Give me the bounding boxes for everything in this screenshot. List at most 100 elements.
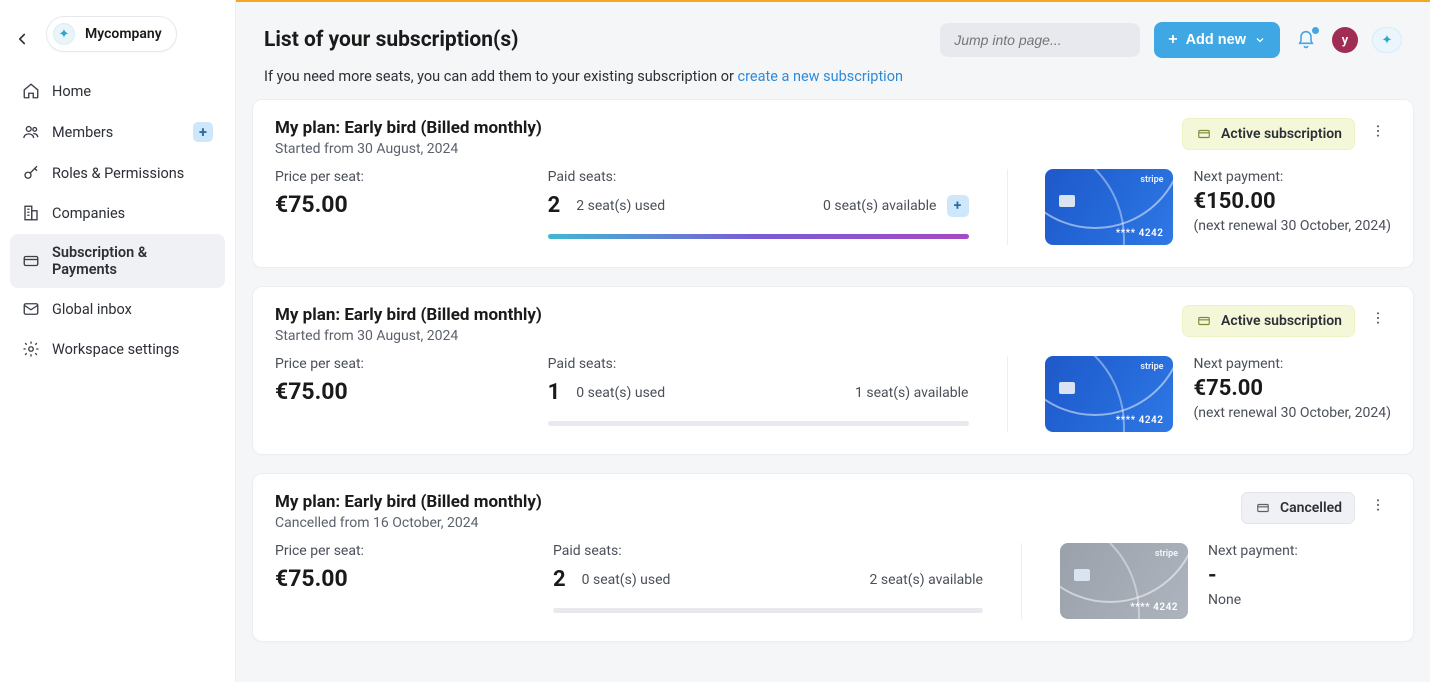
seats-notice: If you need more seats, you can add them… [236,58,1430,99]
subscription-card: My plan: Early bird (Billed monthly) Sta… [252,99,1414,268]
seats-used: 2 seat(s) used [576,198,665,214]
more-menu-button[interactable] [1365,492,1391,518]
workspace-name: Mycompany [85,26,162,42]
price-value: €75.00 [275,191,520,218]
card-last4: **** 4242 [1116,415,1164,426]
plan-date: Cancelled from 16 October, 2024 [275,515,1241,531]
plan-date: Started from 30 August, 2024 [275,141,1182,157]
add-member-icon[interactable]: + [193,122,213,142]
create-subscription-link[interactable]: create a new subscription [738,68,903,85]
workspace-logo-icon: ✦ [53,23,75,45]
seats-available: 0 seat(s) available [823,198,936,214]
card-last4: **** 4242 [1130,602,1178,613]
add-seat-button[interactable]: + [947,195,969,217]
plan-name: My plan: Early bird (Billed monthly) [275,492,1241,512]
card-brand: stripe [1140,362,1163,372]
credit-card-icon [1195,127,1213,141]
plan-date: Started from 30 August, 2024 [275,328,1182,344]
renewal-text: None [1208,592,1298,608]
subscription-card: My plan: Early bird (Billed monthly) Sta… [252,286,1414,455]
gear-icon [22,340,40,358]
payment-card-image: stripe **** 4242 [1045,356,1173,432]
notifications-button[interactable] [1294,28,1318,52]
status-badge: Active subscription [1182,118,1355,150]
price-label: Price per seat: [275,356,520,372]
avatar[interactable]: y [1332,27,1358,53]
seats-available: 1 seat(s) available [855,385,968,401]
seats-used: 0 seat(s) used [576,385,665,401]
card-brand: stripe [1155,549,1178,559]
subscription-list: My plan: Early bird (Billed monthly) Sta… [236,99,1430,666]
next-payment-label: Next payment: [1193,169,1391,185]
page-title: List of your subscription(s) [264,28,519,52]
status-label: Cancelled [1280,500,1342,516]
next-payment-amount: €150.00 [1193,189,1391,214]
card-last4: **** 4242 [1116,228,1164,239]
plan-name: My plan: Early bird (Billed monthly) [275,118,1182,138]
seats-count: 2 [548,193,561,218]
seats-label: Paid seats: [548,356,969,372]
status-badge: Active subscription [1182,305,1355,337]
seats-label: Paid seats: [548,169,969,185]
seat-usage-bar [553,608,983,613]
sidebar-item-inbox[interactable]: Global inbox [10,290,225,328]
sidebar-item-label: Roles & Permissions [52,165,184,182]
credit-card-icon [1195,314,1213,328]
sidebar-item-label: Companies [52,205,125,222]
seat-usage-bar [548,421,969,426]
sidebar-item-label: Subscription & Payments [52,244,213,278]
more-menu-button[interactable] [1365,305,1391,331]
status-label: Active subscription [1221,126,1342,142]
sidebar-item-companies[interactable]: Companies [10,194,225,232]
seats-count: 1 [548,380,561,405]
key-icon [22,164,40,182]
chevron-down-icon [1254,34,1266,46]
sidebar: ✦ Mycompany Home Members + Roles & Permi… [0,0,236,682]
sidebar-item-label: Global inbox [52,301,132,318]
seats-available: 2 seat(s) available [870,572,983,588]
sidebar-item-subscription[interactable]: Subscription & Payments [10,234,225,288]
brand-chip-icon[interactable]: ✦ [1372,27,1402,53]
seat-usage-bar [548,234,969,239]
topbar: List of your subscription(s) + Add new y… [236,2,1430,58]
mail-icon [22,300,40,318]
seats-used: 0 seat(s) used [582,572,671,588]
next-payment-label: Next payment: [1193,356,1391,372]
sidebar-item-members[interactable]: Members + [10,112,225,152]
add-new-label: Add new [1186,32,1246,48]
notice-text: If you need more seats, you can add them… [264,68,738,85]
payment-card-image: stripe **** 4242 [1060,543,1188,619]
main-content: List of your subscription(s) + Add new y… [236,0,1430,682]
seats-label: Paid seats: [553,543,983,559]
sidebar-item-home[interactable]: Home [10,72,225,110]
subscription-card: My plan: Early bird (Billed monthly) Can… [252,473,1414,642]
sidebar-item-label: Workspace settings [52,341,179,358]
credit-card-icon [22,252,40,270]
next-payment-label: Next payment: [1208,543,1298,559]
status-badge: Cancelled [1241,492,1355,524]
status-label: Active subscription [1221,313,1342,329]
seats-count: 2 [553,567,566,592]
sidebar-item-settings[interactable]: Workspace settings [10,330,225,368]
plus-icon: + [1168,31,1177,49]
card-brand: stripe [1140,175,1163,185]
plan-name: My plan: Early bird (Billed monthly) [275,305,1182,325]
back-button[interactable] [10,27,34,51]
add-new-button[interactable]: + Add new [1154,22,1280,58]
more-menu-button[interactable] [1365,118,1391,144]
next-payment-amount: €75.00 [1193,376,1391,401]
price-label: Price per seat: [275,169,520,185]
nav: Home Members + Roles & Permissions Compa… [10,72,225,368]
sidebar-item-label: Members [52,124,113,141]
search-input[interactable] [940,23,1140,57]
users-icon [22,123,40,141]
sidebar-item-roles[interactable]: Roles & Permissions [10,154,225,192]
next-payment-amount: - [1208,563,1298,588]
workspace-switcher[interactable]: ✦ Mycompany [46,16,177,52]
payment-card-image: stripe **** 4242 [1045,169,1173,245]
price-value: €75.00 [275,565,525,592]
home-icon [22,82,40,100]
sidebar-item-label: Home [52,83,91,100]
renewal-text: (next renewal 30 October, 2024) [1193,218,1391,234]
building-icon [22,204,40,222]
